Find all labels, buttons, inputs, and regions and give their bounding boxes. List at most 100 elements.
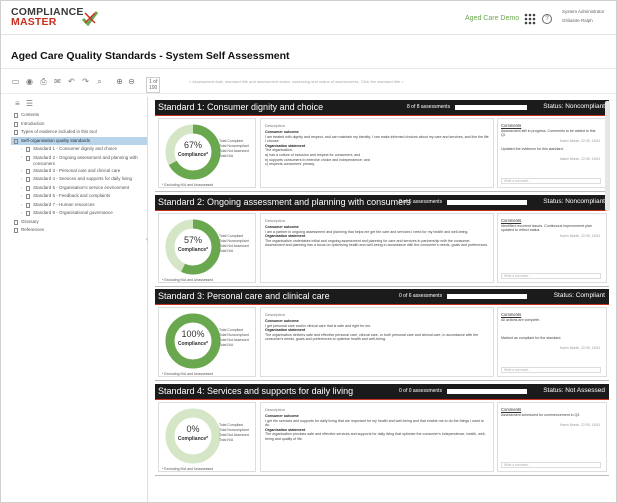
eye-icon[interactable]: ◉ (25, 77, 34, 86)
compliance-label: Compliance* (177, 247, 209, 253)
nav-item-standard-8[interactable]: › Standard 8 - Organisational governance (11, 209, 147, 218)
standard-title[interactable]: Standard 4: Services and supports for da… (158, 386, 353, 396)
comment-meta: Karen Monte, 22:05, 13/04 (559, 346, 600, 350)
logo-check-icon (81, 11, 99, 27)
help-icon[interactable]: ? (542, 14, 552, 24)
compliance-master-logo[interactable]: COMPLIANCE MASTER (11, 7, 84, 28)
standard-title[interactable]: Standard 2: Ongoing assessment and plann… (158, 197, 411, 207)
expand-caret-icon[interactable]: › (21, 154, 22, 160)
standard-header[interactable]: Standard 1: Consumer dignity and choice … (155, 100, 609, 116)
expand-caret-icon[interactable]: › (21, 145, 22, 154)
consumer-outcome: I get the services and supports for dail… (265, 418, 484, 428)
expand-caret-icon[interactable]: › (21, 175, 22, 184)
legend-item: Total N/A (219, 343, 234, 347)
page-icon (26, 177, 30, 182)
comments-panel: Comments Assessment still in progress. C… (497, 118, 607, 188)
nav-item-standard-5[interactable]: › Standard 5 - Organisation's service env… (11, 184, 147, 193)
comments-label[interactable]: Comments (501, 312, 521, 317)
collapse-sidebar-icon[interactable]: ‹ (146, 237, 148, 243)
undo-icon[interactable]: ↶ (67, 77, 76, 86)
nav-item-standard-2[interactable]: › Standard 2 - Ongoing assessment and pla… (11, 154, 147, 167)
assessment-progress-bar (447, 389, 527, 394)
header-accent-line (155, 399, 609, 400)
donut-legend: Total Compliant Total Noncompliant Total N… (219, 423, 249, 443)
description-label: Description (265, 312, 286, 317)
exclusion-note: * Excluding N/A and Unassessed (162, 278, 214, 282)
nav-item-introduction[interactable]: Introduction (11, 120, 147, 129)
org-statement-label: Organisation statement (265, 328, 306, 333)
search-icon[interactable]: ⌕ (95, 77, 104, 86)
org-statement: The organisation undertakes initial and … (265, 238, 489, 248)
expand-caret-icon[interactable]: › (21, 201, 22, 210)
page-icon (14, 219, 18, 225)
standard-section: Standard 3: Personal care and clinical c… (155, 289, 609, 381)
standard-title[interactable]: Standard 1: Consumer dignity and choice (158, 102, 323, 112)
comment-input[interactable]: Write a comment... (501, 462, 601, 468)
comments-label[interactable]: Comments (501, 123, 521, 128)
user-menu[interactable]: Ghilainte Ralph (562, 18, 593, 23)
nav-item-standard-3[interactable]: › Standard 3 - Personal care and clinical… (11, 167, 147, 176)
standard-title[interactable]: Standard 3: Personal care and clinical c… (158, 291, 330, 301)
status-badge: Status: Not Assessed (543, 387, 605, 394)
document-icon[interactable]: ▭ (11, 77, 20, 86)
comment-input[interactable]: Write a comment... (501, 273, 601, 279)
nav-label: Glossary (21, 218, 39, 224)
redo-icon[interactable]: ↷ (81, 77, 90, 86)
comment-meta: Isabel Monte, 22:05, 13/04 (559, 157, 600, 161)
expand-caret-icon[interactable]: › (21, 167, 22, 176)
nav-label: Introduction (21, 120, 45, 126)
nav-item-standard-6[interactable]: › Standard 6 - Feedback and complaints (11, 192, 147, 201)
nav-item-glossary[interactable]: Glossary (11, 218, 147, 227)
expand-caret-icon[interactable]: › (21, 209, 22, 218)
status-badge: Status: Compliant (553, 292, 605, 299)
collapse-tree-icon[interactable]: ≡ (15, 99, 20, 108)
standard-header[interactable]: Standard 4: Services and supports for da… (155, 384, 609, 400)
nav-label: Standard 4 - Services and supports for d… (33, 176, 133, 181)
comment-text: Updated the evidence for this standard. (501, 147, 564, 151)
nav-item-standard-7[interactable]: › Standard 7 - Human resources (11, 201, 147, 210)
nav-item-standard-1[interactable]: › Standard 1 - Consumer dignity and choic… (11, 145, 147, 154)
nav-item-references[interactable]: References (11, 226, 147, 235)
comment-input[interactable]: Write a comment... (501, 367, 601, 373)
expand-caret-icon[interactable]: › (21, 192, 22, 201)
page-indicator[interactable]: 1 of 100 (146, 77, 161, 93)
comments-panel: Comments All actions are complete. Marked… (497, 307, 607, 377)
sidebar-splitter[interactable] (147, 97, 148, 502)
nav-label: Standard 3 - Personal care and clinical … (33, 167, 121, 173)
print-icon[interactable]: ⎙ (39, 77, 48, 86)
scrollbar[interactable] (605, 101, 610, 211)
nav-label: Contents (21, 112, 40, 117)
description-panel: Description Consumer outcome I am treate… (260, 118, 494, 188)
description-panel: Description Consumer outcome I get the s… (260, 402, 494, 472)
apps-grid-icon[interactable] (524, 13, 536, 25)
expand-tree-icon[interactable]: ☰ (26, 99, 33, 108)
org-point: c) respects consumers' privacy. (265, 162, 315, 167)
donut-legend: Total Compliant Total Noncompliant Total N… (219, 328, 249, 348)
zoom-in-icon[interactable]: ⊕ (115, 77, 124, 86)
nav-item-evidence-types[interactable]: Types of evidence included in this tool (11, 128, 147, 137)
comment-input[interactable]: Write a comment... (501, 178, 601, 184)
nav-item-standard-4[interactable]: › Standard 4 - Services and supports for … (11, 175, 147, 184)
assessment-count: 8 of 8 assessments (407, 104, 451, 110)
toolbar-divider (1, 93, 616, 94)
nav-label: Standard 8 - Organisational governance (33, 210, 113, 215)
assessment-count: 0 of 0 assessments (399, 388, 443, 394)
donut-legend: Total Compliant Total Noncompliant Total N… (219, 234, 249, 254)
app-name[interactable]: Aged Care Demo (465, 15, 519, 22)
comments-label[interactable]: Comments (501, 218, 521, 223)
org-statement: The organisation provides safe and effec… (265, 432, 486, 441)
expand-caret-icon[interactable]: › (21, 184, 22, 193)
email-icon[interactable]: ✉ (53, 77, 62, 86)
comment-meta: Karen Monte, 22:05, 13/04 (559, 139, 600, 143)
nav-item-quality-standards[interactable]: Self-organisation quality standards (11, 136, 147, 145)
nav-label: Types of evidence included in this tool (21, 129, 97, 134)
nav-label: Self-organisation quality standards (21, 137, 91, 143)
compliance-summary: 0% Compliance* Total Compliant Total Nonc… (158, 402, 256, 472)
standard-header[interactable]: Standard 2: Ongoing assessment and plann… (155, 195, 609, 211)
nav-item-contents[interactable]: Contents (11, 111, 147, 120)
zoom-out-icon[interactable]: ⊖ (127, 77, 136, 86)
comment-text: Assessment still in progress. Comments t… (501, 129, 596, 138)
assessment-progress-bar (447, 294, 527, 299)
comments-label[interactable]: Comments (501, 407, 521, 412)
standard-header[interactable]: Standard 3: Personal care and clinical c… (155, 289, 609, 305)
